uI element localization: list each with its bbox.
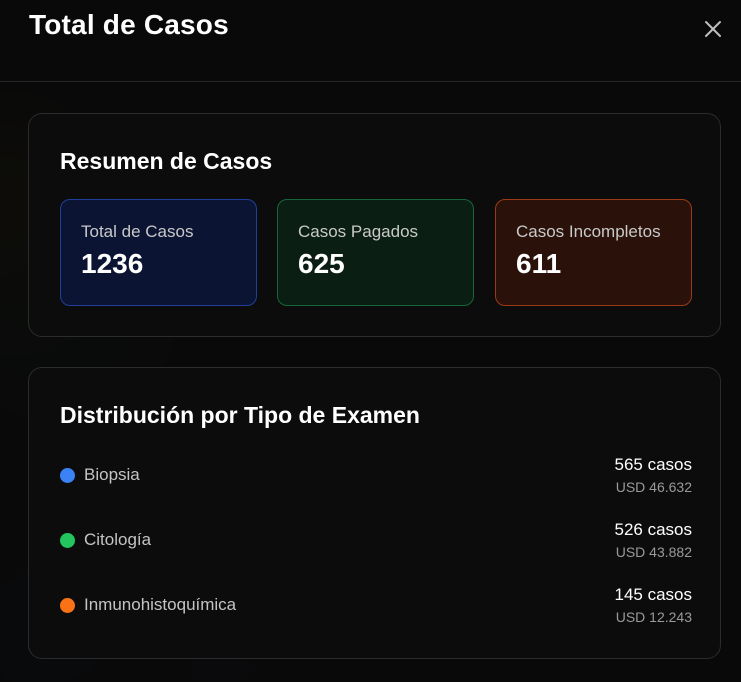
exam-amount: USD 43.882 [615,544,692,560]
legend-dot-icon [60,468,75,483]
exam-name: Biopsia [84,465,140,484]
stat-value: 1236 [81,248,144,279]
exam-row-citologia: Citología 526 casos USD 43.882 [60,519,692,565]
total-cases-modal: Total de Casos Resumen de Casos Total de… [0,0,741,682]
exam-amount: USD 12.243 [615,609,692,625]
summary-title: Resumen de Casos [60,148,273,174]
stat-incomplete-cases: Casos Incompletos 611 [495,199,692,306]
exam-count: 565 casos [614,455,693,474]
distribution-card: Distribución por Tipo de Examen Biopsia … [28,367,721,659]
exam-count: 145 casos [614,585,693,604]
stat-value: 611 [516,248,562,279]
stat-label: Casos Incompletos [516,222,661,241]
summary-card: Resumen de Casos Total de Casos 1236 Cas… [28,113,721,337]
stat-paid-cases: Casos Pagados 625 [277,199,474,306]
legend-dot-icon [60,533,75,548]
stat-label: Casos Pagados [298,222,419,241]
stat-value: 625 [298,248,345,279]
exam-name: Citología [84,530,152,549]
exam-amount: USD 46.632 [615,479,692,495]
legend-dot-icon [60,598,75,613]
exam-row-inmunohistoquimica: Inmunohistoquímica 145 casos USD 12.243 [60,584,692,630]
close-icon [705,21,721,37]
modal-header: Total de Casos [0,0,741,82]
distribution-title: Distribución por Tipo de Examen [60,402,420,428]
exam-count: 526 casos [614,520,693,539]
exam-name: Inmunohistoquímica [84,595,237,614]
exam-row-biopsia: Biopsia 565 casos USD 46.632 [60,454,692,500]
modal-title: Total de Casos [29,9,229,40]
stat-total-cases: Total de Casos 1236 [60,199,257,306]
close-button[interactable] [700,16,726,42]
stat-label: Total de Casos [81,222,194,241]
